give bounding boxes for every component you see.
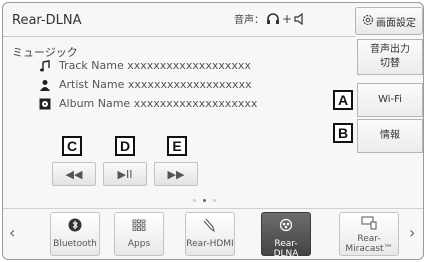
app-label: Rear-DLNA [273,239,299,259]
hdmi-cable-icon [203,218,217,235]
screen-title: Rear-DLNA [12,13,82,28]
callout-d: D [115,136,135,156]
app-label: Rear-HDMI [186,239,234,249]
speaker-output-icon [294,12,306,25]
callout-a: A [333,90,353,110]
screen-settings-button[interactable]: 画面設定 [355,7,423,35]
plus-icon: + [282,11,293,26]
header-divider [3,36,355,37]
music-note-icon [39,59,51,72]
page-dot [213,199,216,202]
audio-indicator: 音声： + [234,11,306,26]
album-name-row: Album Name xxxxxxxxxxxxxxxxxxx [39,97,257,110]
dlna-screen: Rear-DLNA 音声： + 画面設定 ミュージック Track Name x… [2,2,424,260]
app-label: Rear- Miracast™ [345,234,393,254]
artist-name-row: Artist Name xxxxxxxxxxxxxxxxxxx [39,78,252,91]
callout-e: E [167,136,187,156]
artist-name: Artist Name xxxxxxxxxxxxxxxxxxx [59,78,252,91]
dlna-icon [279,218,293,235]
wifi-button[interactable]: Wi-Fi [357,83,423,117]
bluetooth-icon [68,218,82,235]
info-button[interactable]: 情報 [357,119,423,153]
miracast-icon [361,216,377,233]
source-category-label: ミュージック [12,46,78,59]
gear-icon [362,14,374,29]
headphones-icon [266,12,280,25]
app-label: Bluetooth [53,239,97,249]
app-bluetooth[interactable]: Bluetooth [50,212,100,256]
page-dot [193,199,196,202]
album-name: Album Name xxxxxxxxxxxxxxxxxxx [59,97,258,110]
dock-prev-arrow[interactable]: ‹ [9,223,15,242]
apps-grid-icon [132,218,146,235]
callout-b: B [333,123,353,143]
app-rear-dlna[interactable]: Rear-DLNA [261,212,311,259]
dock-next-arrow[interactable]: › [409,223,415,242]
dock-divider [3,208,423,209]
app-apps[interactable]: Apps [114,212,164,256]
callout-c: C [62,136,82,156]
page-dot-current [203,199,206,202]
app-rear-miracast[interactable]: Rear- Miracast™ [339,212,399,256]
audio-label: 音声： [234,15,264,26]
person-icon [39,79,51,91]
next-track-button[interactable]: ▶▶ [154,162,198,186]
audio-output-switch-button[interactable]: 音声出力 切替 [357,39,423,75]
disc-icon [39,98,51,110]
play-pause-button[interactable]: ▶II [103,162,147,186]
app-label: Apps [127,239,151,249]
page-indicator [193,199,216,202]
previous-track-button[interactable]: ◀◀ [52,162,96,186]
track-name: Track Name xxxxxxxxxxxxxxxxxxx [59,59,251,72]
track-name-row: Track Name xxxxxxxxxxxxxxxxxxx [39,59,251,72]
screen-settings-label: 画面設定 [376,17,416,29]
app-rear-hdmi[interactable]: Rear-HDMI [185,212,235,256]
